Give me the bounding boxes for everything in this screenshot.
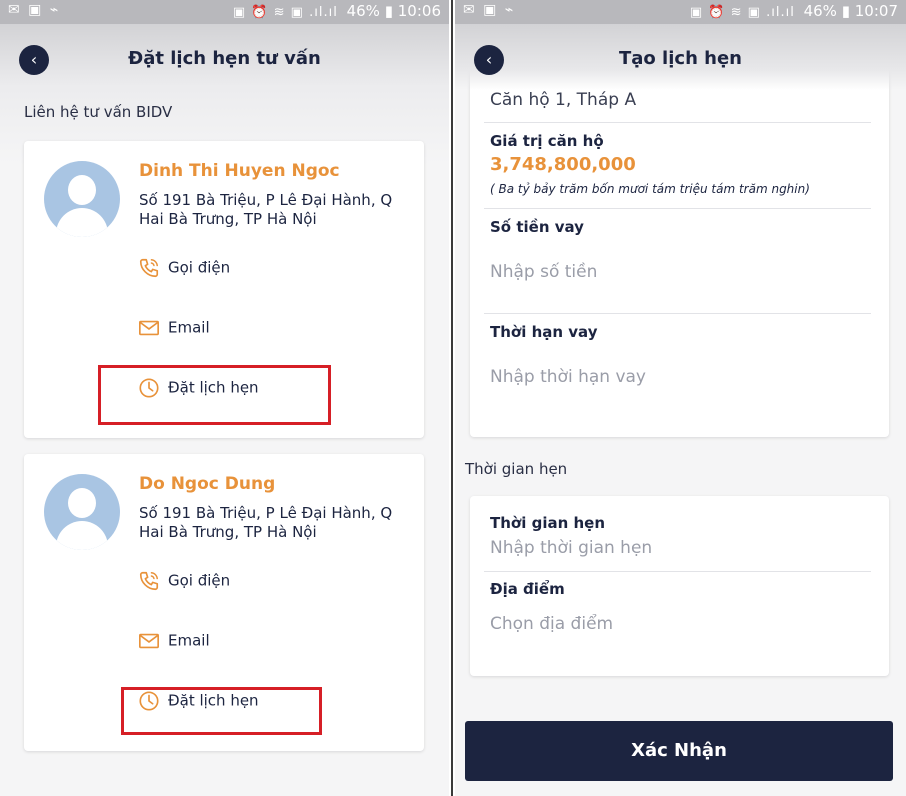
mail-icon: [138, 317, 160, 339]
screen-consultation-booking: ✉ ▣ ⌁ ▣ ⏰ ≋ ▣ .ıl.ıl 46% ▮ 10:06 ‹ Đặt l…: [0, 0, 449, 796]
status-right: ▣ ⏰ ≋ ▣ .ıl.ıl 46% ▮ 10:06: [233, 2, 441, 20]
status-right: ▣ ⏰ ≋ ▣ .ıl.ıl 46% ▮ 10:07: [690, 2, 898, 20]
phone-icon: [138, 257, 160, 279]
call-label: Gọi điện: [168, 571, 231, 590]
contact-address: Số 191 Bà Triệu, P Lê Đại Hành, Q Hai Bà…: [139, 504, 393, 541]
highlight-box: [98, 365, 331, 425]
notification-icons: ✉ ▣ ⌁: [463, 2, 516, 18]
contact-address: Số 191 Bà Triệu, P Lê Đại Hành, Q Hai Bà…: [139, 191, 393, 228]
apartment-price-words: ( Ba tỷ bảy trăm bốn mươi tám triệu tám …: [490, 182, 810, 196]
location-label: Địa điểm: [490, 580, 565, 598]
avatar: [44, 161, 120, 237]
status-bar: ✉ ▣ ⌁ ▣ ⏰ ≋ ▣ .ıl.ıl 46% ▮ 10:07: [455, 0, 906, 24]
email-label: Email: [168, 631, 210, 650]
confirm-button[interactable]: Xác Nhận: [465, 721, 893, 781]
avatar: [44, 474, 120, 550]
loan-amount-label: Số tiền vay: [490, 218, 584, 236]
page-title: Tạo lịch hẹn: [619, 48, 742, 69]
apartment-price: 3,748,800,000: [490, 154, 636, 175]
section-label-appointment: Thời gian hẹn: [465, 460, 568, 478]
clock: 10:07: [854, 2, 898, 20]
battery-icon: ▮: [841, 2, 850, 20]
battery-percent: 46%: [346, 2, 380, 20]
field-divider: [484, 571, 871, 572]
section-label-contacts: Liên hệ tư vấn BIDV: [24, 103, 173, 121]
screen-create-appointment: ✉ ▣ ⌁ ▣ ⏰ ≋ ▣ .ıl.ıl 46% ▮ 10:07 Căn hộ …: [455, 0, 906, 796]
contact-name: Dinh Thi Huyen Ngoc: [139, 161, 340, 181]
loan-info-card: Căn hộ 1, Tháp A Giá trị căn hộ 3,748,80…: [470, 60, 889, 437]
loan-term-label: Thời hạn vay: [490, 323, 598, 341]
call-label: Gọi điện: [168, 258, 231, 277]
location-select[interactable]: Chọn địa điểm: [490, 614, 613, 634]
phone-icon: [138, 570, 160, 592]
system-icons: ▣ ⏰ ≋ ▣ .ıl.ıl: [232, 5, 338, 20]
loan-amount-input[interactable]: Nhập số tiền: [490, 262, 597, 282]
battery-percent: 46%: [803, 2, 837, 20]
email-button[interactable]: Email: [138, 317, 210, 339]
page-title: Đặt lịch hẹn tư vấn: [128, 48, 321, 69]
mail-icon: [138, 630, 160, 652]
email-button[interactable]: Email: [138, 630, 210, 652]
email-label: Email: [168, 318, 210, 337]
appointment-time-label: Thời gian hẹn: [490, 514, 606, 532]
apartment-value-label: Giá trị căn hộ: [490, 132, 604, 150]
field-divider: [484, 208, 871, 209]
notification-icons: ✉ ▣ ⌁: [8, 2, 61, 18]
loan-term-input[interactable]: Nhập thời hạn vay: [490, 367, 646, 387]
clock: 10:06: [397, 2, 441, 20]
contact-name: Do Ngoc Dung: [139, 474, 276, 494]
call-button[interactable]: Gọi điện: [138, 570, 230, 592]
call-button[interactable]: Gọi điện: [138, 257, 230, 279]
battery-icon: ▮: [384, 2, 393, 20]
status-bar: ✉ ▣ ⌁ ▣ ⏰ ≋ ▣ .ıl.ıl 46% ▮ 10:06: [0, 0, 449, 24]
apartment-value: Căn hộ 1, Tháp A: [490, 90, 637, 110]
appointment-card: Thời gian hẹn Nhập thời gian hẹn Địa điể…: [470, 496, 889, 676]
system-icons: ▣ ⏰ ≋ ▣ .ıl.ıl: [689, 5, 795, 20]
highlight-box: [121, 687, 322, 735]
appointment-time-input[interactable]: Nhập thời gian hẹn: [490, 538, 652, 558]
field-divider: [484, 313, 871, 314]
field-divider: [484, 122, 871, 123]
